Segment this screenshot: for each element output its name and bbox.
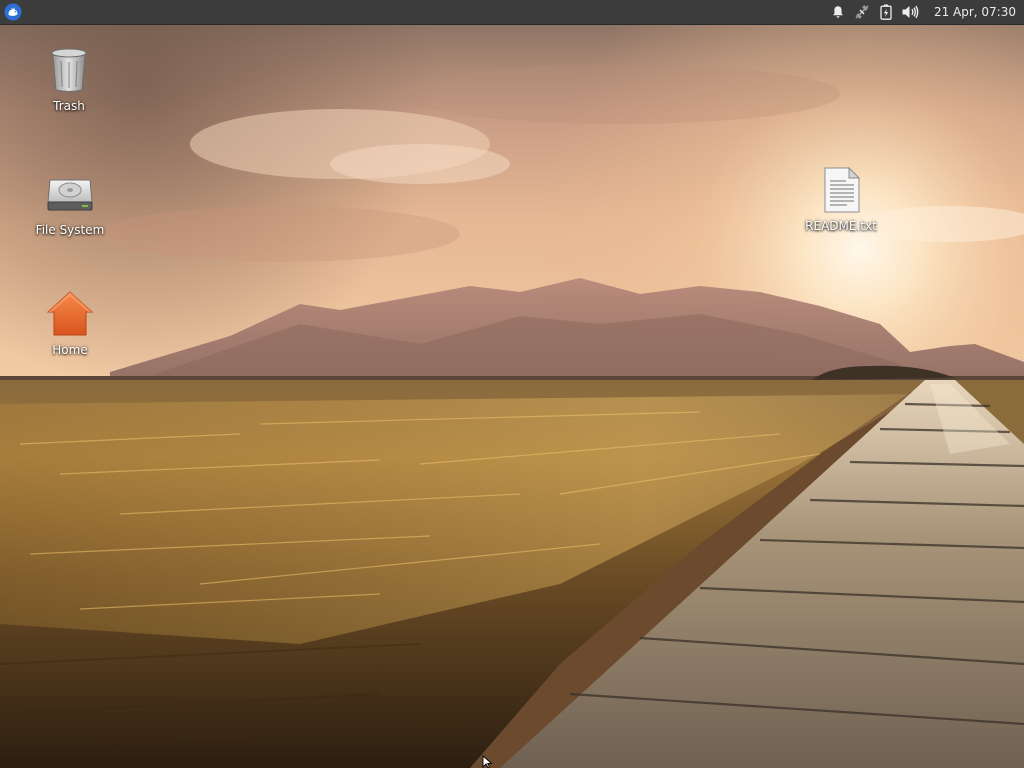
system-tray: 21 Apr, 07:30 xyxy=(826,0,1024,24)
desktop-icon-home[interactable]: Home xyxy=(22,290,118,357)
mouse-pointer-icon xyxy=(482,755,493,768)
home-label: Home xyxy=(52,343,88,357)
text-file-icon xyxy=(824,166,861,213)
desktop-icon-trash[interactable]: Trash xyxy=(21,46,117,113)
battery-button[interactable] xyxy=(874,0,898,24)
file-system-label: File System xyxy=(35,223,105,237)
volume-button[interactable] xyxy=(898,0,922,24)
desktop-wallpaper xyxy=(0,24,1024,768)
desktop-screen: 21 Apr, 07:30 Trash File System Home REA… xyxy=(0,0,1024,768)
top-panel: 21 Apr, 07:30 xyxy=(0,0,1024,25)
xfce-mouse-icon xyxy=(4,3,22,21)
speaker-volume-icon xyxy=(902,5,919,19)
readme-label: README.txt xyxy=(805,219,877,233)
trash-icon xyxy=(51,48,87,92)
panel-clock[interactable]: 21 Apr, 07:30 xyxy=(922,0,1024,24)
desktop-icon-readme[interactable]: README.txt xyxy=(793,166,889,233)
home-folder-icon xyxy=(46,291,94,336)
notifications-button[interactable] xyxy=(826,0,850,24)
desktop-icon-file-system[interactable]: File System xyxy=(22,170,118,237)
applications-menu-button[interactable] xyxy=(2,1,24,23)
hard-drive-icon xyxy=(47,179,93,211)
trash-label: Trash xyxy=(53,99,85,113)
bell-icon xyxy=(832,6,843,18)
battery-charging-icon xyxy=(880,4,892,20)
network-disconnected-icon xyxy=(855,5,869,19)
network-button[interactable] xyxy=(850,0,874,24)
